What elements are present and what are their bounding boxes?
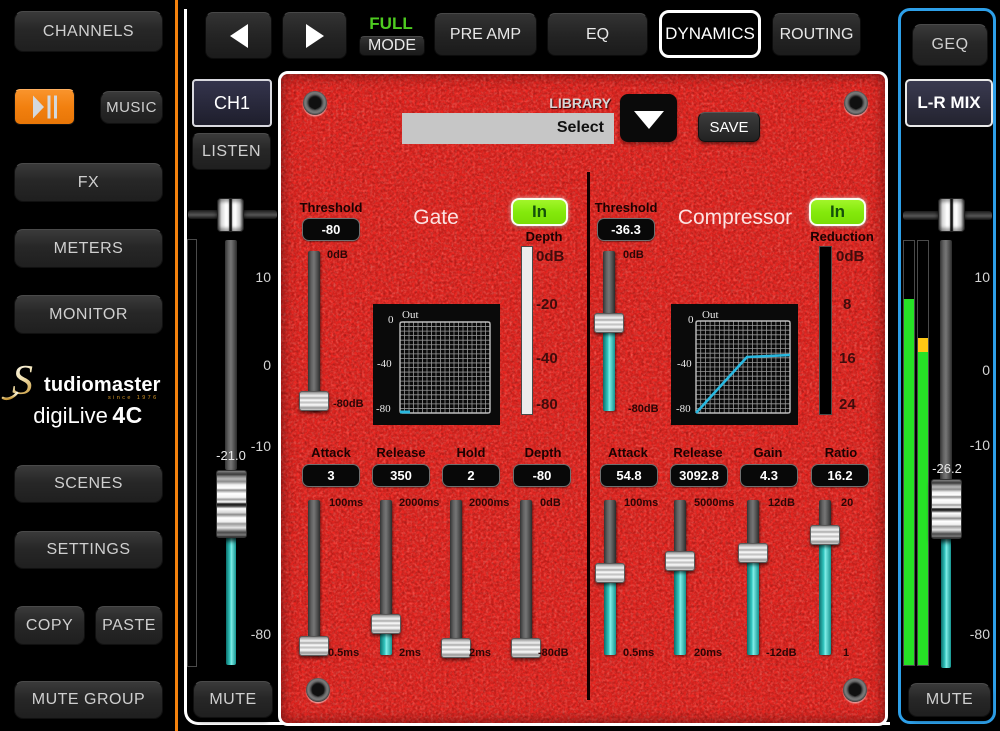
- svg-text:-40: -40: [377, 358, 392, 370]
- svg-text:tudiomaster: tudiomaster: [44, 374, 161, 396]
- svg-text:S: S: [12, 358, 33, 404]
- svg-text:0: 0: [688, 314, 694, 326]
- svg-text:-80: -80: [376, 403, 391, 415]
- svg-text:-80: -80: [676, 403, 691, 415]
- svg-text:Out: Out: [702, 309, 719, 321]
- svg-text:Out: Out: [402, 309, 419, 321]
- svg-text:0: 0: [388, 314, 394, 326]
- svg-text:since 1976: since 1976: [108, 395, 159, 401]
- svg-text:-40: -40: [677, 358, 692, 370]
